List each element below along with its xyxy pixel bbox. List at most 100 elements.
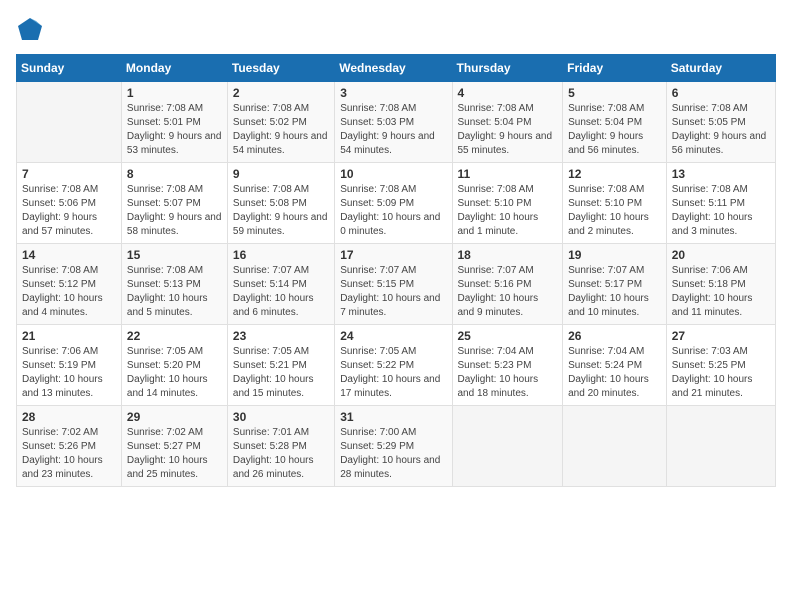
calendar-cell [563, 406, 667, 487]
day-info: Sunrise: 7:06 AMSunset: 5:18 PMDaylight:… [672, 264, 770, 320]
calendar-table: Sunday Monday Tuesday Wednesday Thursday… [16, 54, 776, 487]
calendar-cell: 29 Sunrise: 7:02 AMSunset: 5:27 PMDayligh… [121, 406, 227, 487]
day-number: 4 [458, 86, 558, 100]
day-info: Sunrise: 7:08 AMSunset: 5:09 PMDaylight:… [340, 183, 446, 239]
day-info: Sunrise: 7:08 AMSunset: 5:11 PMDaylight:… [672, 183, 770, 239]
day-number: 11 [458, 167, 558, 181]
calendar-cell: 20Sunrise: 7:06 AMSunset: 5:18 PMDayligh… [666, 244, 775, 325]
header-tuesday: Tuesday [227, 55, 334, 82]
calendar-cell: 2 Sunrise: 7:08 AMSunset: 5:02 PMDaylight… [227, 82, 334, 163]
day-number: 17 [340, 248, 446, 262]
page-header [16, 16, 776, 44]
calendar-cell [666, 406, 775, 487]
calendar-cell: 28Sunrise: 7:02 AMSunset: 5:26 PMDayligh… [17, 406, 122, 487]
day-number: 22 [127, 329, 222, 343]
calendar-cell: 12 Sunrise: 7:08 AMSunset: 5:10 PMDayligh… [563, 163, 667, 244]
day-number: 7 [22, 167, 116, 181]
calendar-cell: 9 Sunrise: 7:08 AMSunset: 5:08 PMDaylight… [227, 163, 334, 244]
day-info: Sunrise: 7:05 AMSunset: 5:21 PMDaylight:… [233, 345, 329, 401]
day-info: Sunrise: 7:08 AMSunset: 5:13 PMDaylight:… [127, 264, 222, 320]
calendar-cell: 4 Sunrise: 7:08 AMSunset: 5:04 PMDaylight… [452, 82, 563, 163]
calendar-cell: 11 Sunrise: 7:08 AMSunset: 5:10 PMDayligh… [452, 163, 563, 244]
calendar-cell: 30 Sunrise: 7:01 AMSunset: 5:28 PMDayligh… [227, 406, 334, 487]
day-info: Sunrise: 7:04 AMSunset: 5:24 PMDaylight:… [568, 345, 661, 401]
day-info: Sunrise: 7:03 AMSunset: 5:25 PMDaylight:… [672, 345, 770, 401]
day-number: 2 [233, 86, 329, 100]
day-info: Sunrise: 7:08 AMSunset: 5:03 PMDaylight:… [340, 102, 446, 158]
day-number: 3 [340, 86, 446, 100]
calendar-cell [452, 406, 563, 487]
header-thursday: Thursday [452, 55, 563, 82]
day-number: 23 [233, 329, 329, 343]
day-number: 6 [672, 86, 770, 100]
calendar-cell: 31 Sunrise: 7:00 AMSunset: 5:29 PMDayligh… [335, 406, 452, 487]
calendar-cell: 17 Sunrise: 7:07 AMSunset: 5:15 PMDayligh… [335, 244, 452, 325]
day-number: 13 [672, 167, 770, 181]
calendar-cell: 10 Sunrise: 7:08 AMSunset: 5:09 PMDayligh… [335, 163, 452, 244]
calendar-cell: 3 Sunrise: 7:08 AMSunset: 5:03 PMDaylight… [335, 82, 452, 163]
calendar-cell: 24 Sunrise: 7:05 AMSunset: 5:22 PMDayligh… [335, 325, 452, 406]
calendar-body: 1Sunrise: 7:08 AMSunset: 5:01 PMDaylight… [17, 82, 776, 487]
day-number: 27 [672, 329, 770, 343]
day-number: 16 [233, 248, 329, 262]
day-number: 30 [233, 410, 329, 424]
calendar-cell: 1Sunrise: 7:08 AMSunset: 5:01 PMDaylight… [121, 82, 227, 163]
calendar-cell: 21 Sunrise: 7:06 AMSunset: 5:19 PMDayligh… [17, 325, 122, 406]
day-info: Sunrise: 7:08 AMSunset: 5:06 PMDaylight:… [22, 183, 116, 239]
day-info: Sunrise: 7:08 AMSunset: 5:05 PMDaylight:… [672, 102, 770, 158]
day-number: 18 [458, 248, 558, 262]
calendar-cell: 13 Sunrise: 7:08 AMSunset: 5:11 PMDayligh… [666, 163, 775, 244]
calendar-cell: 18Sunrise: 7:07 AMSunset: 5:16 PMDayligh… [452, 244, 563, 325]
day-info: Sunrise: 7:05 AMSunset: 5:20 PMDaylight:… [127, 345, 222, 401]
calendar-cell: 26 Sunrise: 7:04 AMSunset: 5:24 PMDayligh… [563, 325, 667, 406]
calendar-cell: 19 Sunrise: 7:07 AMSunset: 5:17 PMDayligh… [563, 244, 667, 325]
day-info: Sunrise: 7:07 AMSunset: 5:14 PMDaylight:… [233, 264, 329, 320]
header-friday: Friday [563, 55, 667, 82]
day-info: Sunrise: 7:07 AMSunset: 5:15 PMDaylight:… [340, 264, 446, 320]
day-number: 31 [340, 410, 446, 424]
header-saturday: Saturday [666, 55, 775, 82]
calendar-cell: 6 Sunrise: 7:08 AMSunset: 5:05 PMDaylight… [666, 82, 775, 163]
calendar-cell: 27 Sunrise: 7:03 AMSunset: 5:25 PMDayligh… [666, 325, 775, 406]
calendar-header: Sunday Monday Tuesday Wednesday Thursday… [17, 55, 776, 82]
day-number: 29 [127, 410, 222, 424]
day-info: Sunrise: 7:08 AMSunset: 5:10 PMDaylight:… [458, 183, 558, 239]
day-number: 26 [568, 329, 661, 343]
day-number: 10 [340, 167, 446, 181]
day-info: Sunrise: 7:00 AMSunset: 5:29 PMDaylight:… [340, 426, 446, 482]
day-info: Sunrise: 7:08 AMSunset: 5:07 PMDaylight:… [127, 183, 222, 239]
day-number: 24 [340, 329, 446, 343]
calendar-cell: 23 Sunrise: 7:05 AMSunset: 5:21 PMDayligh… [227, 325, 334, 406]
day-number: 19 [568, 248, 661, 262]
calendar-cell: 16 Sunrise: 7:07 AMSunset: 5:14 PMDayligh… [227, 244, 334, 325]
calendar-cell: 14 Sunrise: 7:08 AMSunset: 5:12 PMDayligh… [17, 244, 122, 325]
day-info: Sunrise: 7:08 AMSunset: 5:08 PMDaylight:… [233, 183, 329, 239]
day-info: Sunrise: 7:08 AMSunset: 5:04 PMDaylight:… [568, 102, 661, 158]
day-info: Sunrise: 7:06 AMSunset: 5:19 PMDaylight:… [22, 345, 116, 401]
day-info: Sunrise: 7:08 AMSunset: 5:12 PMDaylight:… [22, 264, 116, 320]
day-info: Sunrise: 7:08 AMSunset: 5:04 PMDaylight:… [458, 102, 558, 158]
day-info: Sunrise: 7:02 AMSunset: 5:26 PMDaylight:… [22, 426, 116, 482]
day-info: Sunrise: 7:07 AMSunset: 5:17 PMDaylight:… [568, 264, 661, 320]
header-sunday: Sunday [17, 55, 122, 82]
day-number: 8 [127, 167, 222, 181]
calendar-cell: 15Sunrise: 7:08 AMSunset: 5:13 PMDayligh… [121, 244, 227, 325]
header-wednesday: Wednesday [335, 55, 452, 82]
day-info: Sunrise: 7:08 AMSunset: 5:10 PMDaylight:… [568, 183, 661, 239]
day-info: Sunrise: 7:05 AMSunset: 5:22 PMDaylight:… [340, 345, 446, 401]
day-info: Sunrise: 7:02 AMSunset: 5:27 PMDaylight:… [127, 426, 222, 482]
day-number: 5 [568, 86, 661, 100]
day-number: 21 [22, 329, 116, 343]
day-info: Sunrise: 7:08 AMSunset: 5:02 PMDaylight:… [233, 102, 329, 158]
calendar-cell [17, 82, 122, 163]
calendar-cell: 5 Sunrise: 7:08 AMSunset: 5:04 PMDaylight… [563, 82, 667, 163]
day-info: Sunrise: 7:01 AMSunset: 5:28 PMDaylight:… [233, 426, 329, 482]
logo-icon [16, 16, 44, 44]
day-number: 9 [233, 167, 329, 181]
day-info: Sunrise: 7:04 AMSunset: 5:23 PMDaylight:… [458, 345, 558, 401]
day-number: 14 [22, 248, 116, 262]
calendar-cell: 25Sunrise: 7:04 AMSunset: 5:23 PMDayligh… [452, 325, 563, 406]
day-info: Sunrise: 7:08 AMSunset: 5:01 PMDaylight:… [127, 102, 222, 158]
calendar-cell: 8 Sunrise: 7:08 AMSunset: 5:07 PMDaylight… [121, 163, 227, 244]
day-number: 12 [568, 167, 661, 181]
